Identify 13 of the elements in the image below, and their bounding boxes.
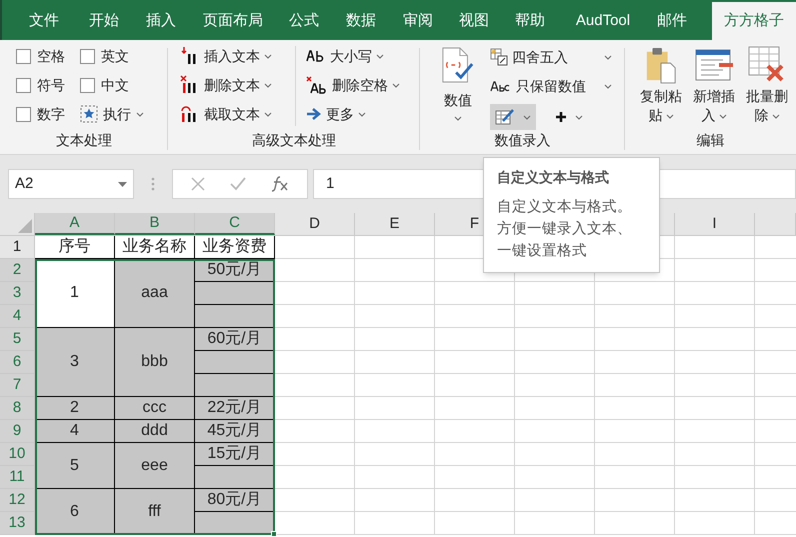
checkbox-label: 英文 [101,47,129,66]
group-label: 编辑 [696,131,726,150]
group-label: 高级文本处理 [251,131,337,150]
header-cell: 序号 [35,236,115,259]
header-cell: 业务名称 [115,236,195,259]
checkbox-label: 中文 [101,76,129,95]
group-label: 文本处理 [55,131,113,150]
group-label: 数值录入 [494,131,552,150]
tooltip-title: 自定义文本与格式 [497,168,610,187]
checkbox-label: 空格 [37,47,65,66]
checkbox-label: 数字 [37,105,65,124]
checkbox-label: 符号 [37,76,65,95]
header-cell: 业务资费 [195,236,275,259]
